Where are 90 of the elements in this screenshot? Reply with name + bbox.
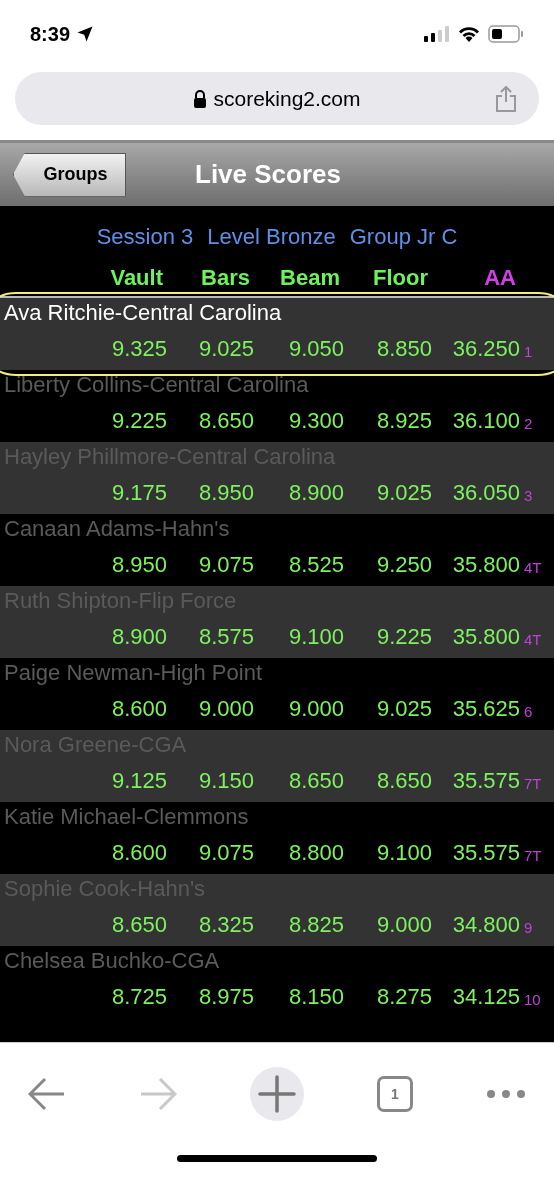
- group-info-text: Level Bronze: [207, 222, 336, 251]
- score-cell-text: 36.050: [451, 479, 520, 507]
- score-cell-text: 36.250: [451, 335, 520, 363]
- score-cell-text: 9.125: [110, 767, 167, 795]
- score-cell-text: 34.125: [451, 983, 520, 1011]
- score-cell-text: 36.100: [451, 407, 520, 435]
- score-cell-text: 9.325: [110, 335, 167, 363]
- share-icon[interactable]: [495, 85, 517, 112]
- score-cell-text: 8.950: [197, 479, 254, 507]
- score-cell-text: 9.250: [375, 551, 432, 579]
- score-cell-text: 35.800: [451, 551, 520, 579]
- score-cell-text: 9.000: [287, 695, 344, 723]
- score-cell-text: 9.025: [197, 335, 254, 363]
- score-cell-text: 8.650: [197, 407, 254, 435]
- score-cell-text: 35.575: [451, 767, 520, 795]
- plus-icon: [258, 1075, 296, 1113]
- score-cell-text: 8.925: [375, 407, 432, 435]
- page-title: Live Scores: [195, 158, 341, 191]
- score-cell-text: 9.000: [375, 911, 432, 939]
- score-cell-text: 9.075: [197, 551, 254, 579]
- column-header: AA: [483, 264, 517, 292]
- gymnast-name: Canaan Adams-Hahn's: [3, 515, 231, 543]
- score-cell-text: 9.100: [287, 623, 344, 651]
- score-cell-text: 8.725: [110, 983, 167, 1011]
- score-cell-text: 8.150: [287, 983, 344, 1011]
- back-button[interactable]: Groups: [13, 152, 126, 197]
- rank-text: 9: [524, 917, 533, 938]
- score-cell-text: 8.600: [110, 695, 167, 723]
- gymnast-name: Ava Ritchie-Central Carolina: [3, 299, 283, 327]
- score-cell-text: 9.100: [375, 839, 432, 867]
- more-icon[interactable]: [486, 1089, 526, 1099]
- score-cell-text: 8.275: [375, 983, 432, 1011]
- rank-text: 3: [524, 485, 533, 506]
- score-cell-text: 35.800: [451, 623, 520, 651]
- score-cell-text: 9.025: [375, 479, 432, 507]
- gymnast-name: Liberty Collins-Central Carolina: [3, 371, 310, 399]
- column-header: Vault: [109, 264, 164, 292]
- address-bar[interactable]: scoreking2.com: [15, 72, 539, 125]
- gymnast-name: Katie Michael-Clemmons: [3, 803, 250, 831]
- score-cell-text: 9.000: [197, 695, 254, 723]
- score-cell-text: 9.150: [197, 767, 254, 795]
- rank-text: 4T: [524, 629, 542, 650]
- group-info-text: Group Jr C: [349, 222, 458, 251]
- battery-icon: [488, 25, 524, 43]
- score-cell-text: 8.800: [287, 839, 344, 867]
- location-arrow-icon: [76, 25, 95, 43]
- score-cell-text: 35.625: [451, 695, 520, 723]
- tab-count-button[interactable]: 1: [377, 1076, 413, 1112]
- score-cell-text: 8.650: [110, 911, 167, 939]
- group-info-text: Session 3: [96, 222, 194, 251]
- gymnast-name: Chelsea Buchko-CGA: [3, 947, 221, 975]
- score-cell-text: 8.850: [375, 335, 432, 363]
- column-header: Beam: [279, 264, 341, 292]
- column-header: Bars: [200, 264, 251, 292]
- rank-text: 7T: [524, 845, 542, 866]
- score-cell-text: 9.300: [287, 407, 344, 435]
- gymnast-name: Paige Newman-High Point: [3, 659, 264, 687]
- score-cell-text: 8.650: [287, 767, 344, 795]
- score-cell-text: 8.600: [110, 839, 167, 867]
- back-arrow-icon[interactable]: [28, 1077, 66, 1111]
- score-cell-text: 9.175: [110, 479, 167, 507]
- lock-icon: [193, 89, 208, 108]
- score-cell-text: 8.975: [197, 983, 254, 1011]
- score-cell-text: 9.025: [375, 695, 432, 723]
- score-cell-text: 9.075: [197, 839, 254, 867]
- score-cell-text: 8.825: [287, 911, 344, 939]
- rank-text: 7T: [524, 773, 542, 794]
- score-cell-text: 8.900: [110, 623, 167, 651]
- score-cell-text: 35.575: [451, 839, 520, 867]
- url-text: scoreking2.com: [213, 85, 361, 112]
- score-cell-text: 9.225: [110, 407, 167, 435]
- score-cell-text: 9.225: [375, 623, 432, 651]
- new-tab-button[interactable]: [250, 1067, 304, 1121]
- score-cell-text: 8.950: [110, 551, 167, 579]
- score-cell-text: 34.800: [451, 911, 520, 939]
- score-cell-text: 8.650: [375, 767, 432, 795]
- score-cell-text: 8.525: [287, 551, 344, 579]
- rank-text: 4T: [524, 557, 542, 578]
- score-cell-text: 9.050: [287, 335, 344, 363]
- rank-text: 2: [524, 413, 533, 434]
- rank-text: 6: [524, 701, 533, 722]
- rank-text: 1: [524, 341, 533, 362]
- column-header: Floor: [372, 264, 429, 292]
- wifi-icon: [458, 26, 480, 42]
- score-cell-text: 8.900: [287, 479, 344, 507]
- signal-icon: [424, 26, 450, 42]
- score-cell-text: 8.325: [197, 911, 254, 939]
- rank-text: 10: [524, 989, 541, 1010]
- status-time: 8:39: [30, 22, 71, 47]
- score-cell-text: 8.575: [197, 623, 254, 651]
